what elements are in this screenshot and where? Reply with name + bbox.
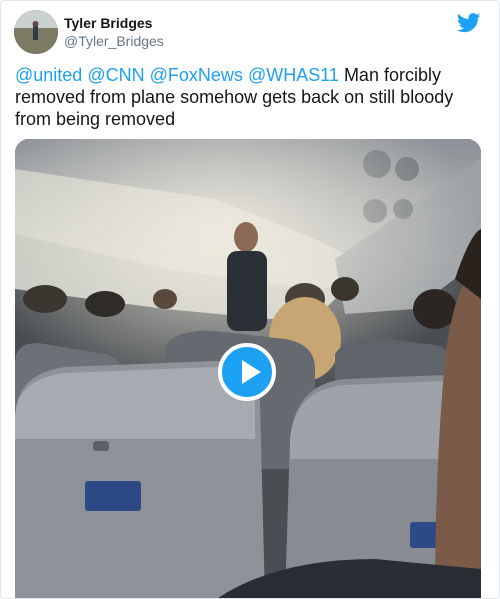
mention-link[interactable]: @united — [15, 65, 82, 85]
play-icon[interactable] — [218, 343, 276, 401]
mention-link[interactable]: @FoxNews — [150, 65, 243, 85]
tweet-card: Tyler Bridges @Tyler_Bridges @united @CN… — [0, 0, 500, 599]
author-handle[interactable]: @Tyler_Bridges — [64, 33, 164, 49]
video-media[interactable] — [15, 139, 481, 598]
avatar-image — [14, 10, 58, 54]
avatar[interactable] — [14, 10, 58, 54]
tweet-text: @united @CNN @FoxNews @WHAS11 Man forcib… — [15, 64, 481, 130]
author-name[interactable]: Tyler Bridges — [64, 15, 152, 31]
mention-link[interactable]: @WHAS11 — [248, 65, 339, 85]
mention-link[interactable]: @CNN — [87, 65, 144, 85]
twitter-bird-icon[interactable] — [457, 13, 481, 33]
